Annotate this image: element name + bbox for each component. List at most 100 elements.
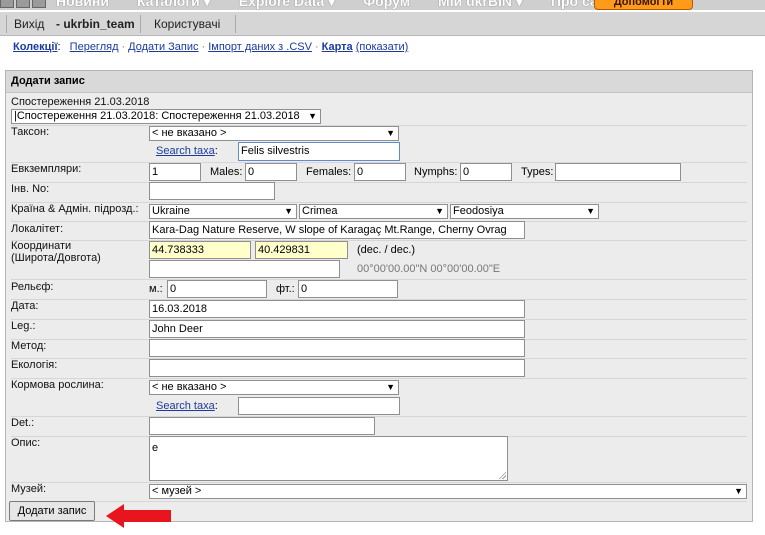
food-plant-label: Кормова рослина:	[11, 379, 104, 391]
plant-search-taxa-link[interactable]: Search taxa	[156, 400, 215, 412]
plant-search-input[interactable]	[238, 397, 400, 415]
region-select-value: Crimea	[302, 205, 338, 217]
food-plant-select[interactable]: < не вказано > ▼	[149, 380, 399, 395]
menu-item-my-ukrbin[interactable]: Мій ukrBIN ▾	[438, 0, 523, 10]
types-input[interactable]	[555, 163, 681, 181]
females-label: Females:	[306, 166, 352, 178]
description-label: Опис:	[11, 437, 41, 449]
country-label: Країна & Адмін. підрозд.:	[11, 203, 139, 215]
method-input[interactable]	[149, 339, 525, 357]
divider	[11, 416, 747, 417]
males-input[interactable]: 0	[245, 163, 297, 181]
chevron-down-icon: ▼	[435, 206, 444, 216]
coordinates-extra-input[interactable]	[149, 260, 340, 278]
form-title: Додати запис	[11, 75, 85, 87]
user-bar: Вихід - ukrbin_team Користувачі	[0, 12, 765, 36]
museum-select-value: < музей >	[152, 485, 202, 497]
resize-handle-icon[interactable]	[498, 471, 506, 479]
users-link[interactable]: Користувачі	[154, 12, 220, 36]
separator: ·	[121, 41, 126, 53]
country-select-value: Ukraine	[152, 205, 190, 217]
longitude-input[interactable]: 40.429831	[255, 241, 348, 259]
museum-label: Музей:	[11, 483, 47, 495]
meters-input[interactable]: 0	[167, 280, 267, 298]
latitude-input[interactable]: 44.738333	[149, 241, 251, 259]
chevron-down-icon: ▼	[586, 206, 595, 216]
description-textarea[interactable]: e	[149, 436, 508, 481]
search-taxa-link[interactable]: Search taxa	[156, 145, 215, 157]
coordinates-label: Координати	[11, 240, 72, 252]
ecology-input[interactable]	[149, 359, 525, 377]
plant-search-taxa-row: Search taxa:	[156, 400, 218, 412]
import-csv-link[interactable]: Імпорт даних з .CSV	[208, 41, 312, 53]
males-label: Males:	[210, 166, 243, 178]
museum-select[interactable]: < музей > ▼	[149, 484, 747, 499]
region-select[interactable]: Crimea ▼	[299, 204, 448, 219]
taxon-select-value: < не вказано >	[152, 127, 227, 139]
language-flag-icon[interactable]	[16, 0, 30, 8]
nymphs-input[interactable]: 0	[460, 163, 512, 181]
taxon-select[interactable]: < не вказано > ▼	[149, 126, 399, 141]
menu-item-catalogs[interactable]: Каталоги ▾	[137, 0, 211, 10]
logout-link[interactable]: Вихід	[14, 12, 44, 36]
arrow-left-icon	[106, 504, 171, 528]
language-flag-icon[interactable]	[32, 0, 46, 8]
inventory-number-label: Інв. No:	[11, 183, 50, 195]
menu-item-forum[interactable]: Форум	[363, 0, 410, 10]
food-plant-select-value: < не вказано >	[152, 381, 227, 393]
observation-select-value: |Спостереження 21.03.2018: Спостереження…	[14, 110, 300, 122]
types-label: Types:	[521, 166, 554, 178]
district-select[interactable]: Feodosiya ▼	[450, 204, 599, 219]
taxon-search-input[interactable]: Felis silvestris	[238, 142, 400, 161]
divider	[235, 15, 236, 33]
divider	[11, 182, 747, 183]
divider	[11, 240, 747, 241]
coordinates-dms-readout: 00°00'00.00"N 00°00'00.00"E	[357, 263, 501, 275]
observation-select[interactable]: |Спостереження 21.03.2018: Спостереження…	[11, 109, 321, 124]
top-navigation: Новини Каталоги ▾ Explore Data ▾ Форум М…	[0, 0, 765, 10]
add-record-form: Додати запис Спостереження 21.03.2018 |С…	[5, 70, 753, 522]
collections-link[interactable]: Колекції	[13, 41, 58, 53]
nymphs-label: Nymphs:	[414, 166, 458, 178]
chevron-down-icon: ▼	[284, 206, 293, 216]
district-select-value: Feodosiya	[453, 205, 504, 217]
description-value: e	[152, 442, 159, 454]
locality-label: Локалітет:	[11, 223, 64, 235]
date-label: Дата:	[11, 300, 39, 312]
meters-label: м.:	[149, 283, 163, 295]
menu-item-news[interactable]: Новини	[56, 0, 109, 10]
search-taxa-row: Search taxa:	[156, 145, 218, 157]
inventory-number-input[interactable]	[149, 182, 275, 200]
ecology-label: Екологія:	[11, 359, 58, 371]
leg-input[interactable]: John Deer	[149, 320, 525, 338]
colon: :	[57, 41, 61, 53]
det-label: Det.:	[11, 417, 35, 429]
language-flag-icon[interactable]	[0, 0, 14, 8]
menu-item-explore-data[interactable]: Explore Data ▾	[239, 0, 336, 10]
females-input[interactable]: 0	[354, 163, 406, 181]
username: - ukrbin_team	[56, 17, 135, 31]
taxon-label: Таксон:	[11, 126, 50, 138]
det-input[interactable]	[149, 417, 375, 435]
view-link[interactable]: Перегляд	[70, 41, 119, 53]
method-label: Метод:	[11, 340, 47, 352]
coordinates-sublabel: (Широта/Довгота)	[11, 252, 101, 264]
feet-input[interactable]: 0	[298, 280, 398, 298]
feet-label: фт.:	[276, 283, 295, 295]
chevron-down-icon: ▼	[386, 382, 395, 392]
add-record-link[interactable]: Додати Запис	[128, 41, 198, 53]
separator: ·	[201, 41, 206, 53]
locality-input[interactable]: Kara-Dag Nature Reserve, W slope of Kara…	[149, 221, 525, 239]
divider	[11, 482, 747, 483]
separator: ·	[314, 41, 319, 53]
country-select[interactable]: Ukraine ▼	[149, 204, 297, 219]
specimens-input[interactable]: 1	[149, 163, 201, 181]
add-record-button[interactable]: Додати запис	[9, 501, 95, 521]
divider	[11, 378, 747, 379]
main-menu: Новини Каталоги ▾ Explore Data ▾ Форум М…	[56, 0, 652, 10]
relief-label: Рельєф:	[11, 281, 54, 293]
date-input[interactable]: 16.03.2018	[149, 300, 525, 318]
donate-button[interactable]: Допомогти проекту	[594, 0, 693, 10]
map-show-link[interactable]: (показати)	[356, 41, 409, 53]
map-link[interactable]: Карта	[322, 41, 353, 53]
